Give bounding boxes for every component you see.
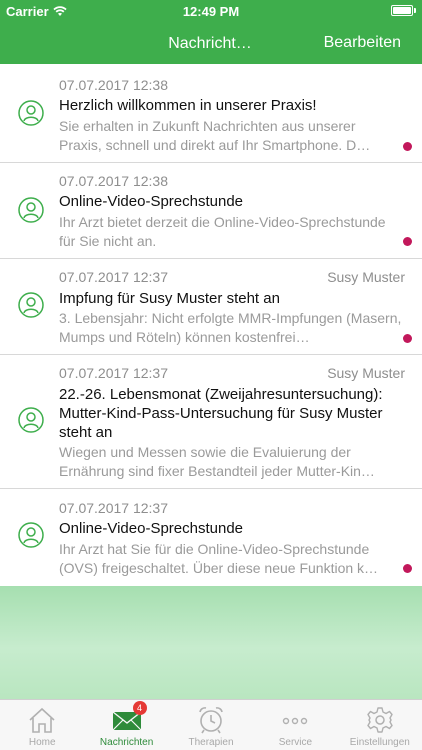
unread-badge: 4 [132, 701, 147, 715]
house-icon [29, 707, 55, 733]
message-title: Online-Video-Sprechstunde [59, 193, 244, 210]
tab-label: Service [278, 737, 313, 748]
gear-icon [367, 707, 393, 733]
message-title: Herzlich willkommen in unserer Praxis! [59, 97, 317, 114]
user-avatar-icon [18, 292, 44, 318]
alarm-clock-icon [199, 707, 223, 734]
user-avatar-icon [18, 197, 44, 223]
message-title: Impfung für Susy Muster steht an [59, 290, 280, 307]
message-item[interactable]: 07.07.2017 12:37 Online-Video-Sprechstun… [0, 489, 422, 585]
message-title: 22.-26. Lebensmonat (Zweijahresuntersuch… [59, 386, 383, 441]
message-date: 07.07.2017 12:37 [59, 269, 168, 285]
message-preview: Ihr Arzt hat Sie für die Online-Video-Sp… [59, 541, 379, 576]
tab-label: Einstellungen [349, 737, 410, 748]
message-date: 07.07.2017 12:37 [59, 500, 168, 516]
message-title: Online-Video-Sprechstunde [59, 520, 244, 537]
user-avatar-icon [18, 522, 44, 548]
message-date: 07.07.2017 12:37 [59, 365, 168, 381]
message-item[interactable]: 07.07.2017 12:37 Susy Muster Impfung für… [0, 259, 422, 355]
background-area [0, 586, 422, 699]
page-title: Nachricht… [168, 35, 252, 52]
message-item[interactable]: 07.07.2017 12:37 Susy Muster 22.-26. Leb… [0, 355, 422, 489]
message-preview: Ihr Arzt bietet derzeit die Online-Video… [59, 214, 386, 249]
unread-dot [403, 334, 412, 343]
header: Carrier 12:49 PM Nachricht… Bearbeiten [0, 0, 422, 64]
message-item[interactable]: 07.07.2017 12:38 Online-Video-Sprechstun… [0, 163, 422, 259]
user-avatar-icon [18, 100, 44, 126]
tab-label: Home [28, 737, 56, 748]
tab-label: Therapien [188, 737, 234, 748]
tab-therapien[interactable]: Therapien [169, 700, 253, 750]
navigation-bar: Nachricht… Bearbeiten [0, 22, 422, 64]
message-item[interactable]: 07.07.2017 12:38 Herzlich willkommen in … [0, 66, 422, 163]
tab-label: Nachrichten [99, 737, 154, 748]
message-date: 07.07.2017 12:38 [59, 173, 168, 189]
edit-button[interactable]: Bearbeiten [324, 34, 401, 52]
unread-dot [403, 237, 412, 246]
unread-dot [403, 142, 412, 151]
message-preview: Sie erhalten in Zukunft Nachrichten aus … [59, 118, 371, 153]
tab-home[interactable]: Home [0, 700, 84, 750]
tab-service[interactable]: Service [253, 700, 337, 750]
message-preview: 3. Lebensjahr: Nicht erfolgte MMR-Impfun… [59, 310, 402, 345]
tab-bar: Home 4 Nachrichten Therapien Service Ein… [0, 699, 422, 750]
user-avatar-icon [18, 407, 44, 433]
message-list: 07.07.2017 12:38 Herzlich willkommen in … [0, 66, 422, 585]
message-sender: Susy Muster [327, 365, 405, 381]
unread-dot [403, 564, 412, 573]
status-bar: Carrier 12:49 PM [0, 0, 422, 22]
message-date: 07.07.2017 12:38 [59, 77, 168, 93]
message-sender: Susy Muster [327, 269, 405, 285]
tab-einstellungen[interactable]: Einstellungen [338, 700, 422, 750]
tab-nachrichten[interactable]: 4 Nachrichten [84, 700, 168, 750]
battery-icon [391, 5, 416, 16]
dots-icon [283, 717, 308, 725]
message-preview: Wiegen und Messen sowie die Evaluierung … [59, 444, 375, 479]
status-time: 12:49 PM [182, 4, 240, 19]
